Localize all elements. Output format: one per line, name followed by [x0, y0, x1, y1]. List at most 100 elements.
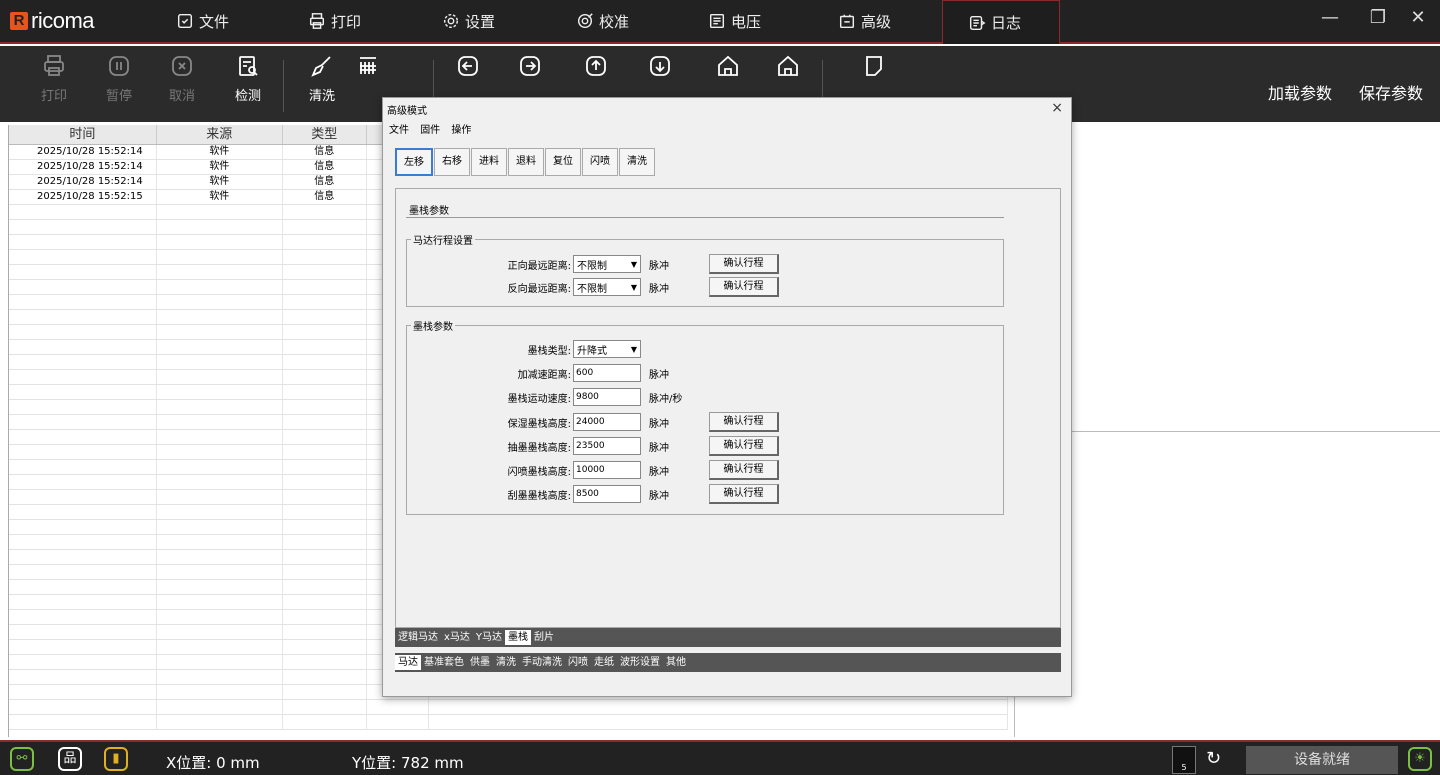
sync-icon[interactable]: ↻	[1206, 748, 1221, 769]
detect-button[interactable]: 检测	[218, 54, 278, 118]
move-right-action[interactable]: 右移	[434, 148, 470, 176]
table-row[interactable]	[9, 715, 1009, 730]
log-cell	[157, 220, 283, 234]
log-cell	[283, 490, 367, 504]
column-header-time[interactable]: 时间	[9, 125, 157, 144]
outer-tab[interactable]: 供墨	[467, 655, 493, 670]
forward-limit-select[interactable]: 不限制 ▼	[573, 255, 641, 273]
log-cell	[283, 340, 367, 354]
menu-log[interactable]: 日志	[942, 0, 1060, 44]
restore-button[interactable]: ❐	[1360, 4, 1396, 32]
confirm-travel-button[interactable]: 确认行程	[709, 460, 779, 480]
outer-tab[interactable]: 波形设置	[617, 655, 663, 670]
log-cell	[9, 685, 157, 699]
reset-action[interactable]: 复位	[545, 148, 581, 176]
menu-advanced[interactable]: 高级	[838, 0, 891, 42]
inner-tab[interactable]: 刮片	[531, 630, 557, 645]
inner-tab[interactable]: x马达	[441, 630, 473, 645]
log-cell	[283, 655, 367, 669]
log-cell	[9, 310, 157, 324]
file-check-icon	[177, 13, 193, 29]
log-cell	[9, 520, 157, 534]
log-cell	[367, 700, 429, 714]
outer-tab[interactable]: 基准套色	[421, 655, 467, 670]
menu-file[interactable]: 文件	[176, 0, 229, 42]
print-button[interactable]: 打印	[24, 54, 84, 118]
retract-action[interactable]: 退料	[508, 148, 544, 176]
pause-button[interactable]: 暂停	[89, 54, 149, 118]
confirm-forward-button[interactable]: 确认行程	[709, 254, 779, 274]
flash-spray-action[interactable]: 闪喷	[582, 148, 618, 176]
log-cell	[283, 715, 367, 729]
stack-param-label: 闪喷墨栈高度:	[507, 466, 571, 478]
outer-tab[interactable]: 其他	[663, 655, 689, 670]
load-params-button[interactable]: 加载参数	[1268, 80, 1332, 104]
log-cell	[9, 550, 157, 564]
column-header-type[interactable]: 类型	[283, 125, 367, 144]
log-cell	[157, 460, 283, 474]
stack-param-label: 加减速距离:	[517, 369, 571, 381]
confirm-travel-button[interactable]: 确认行程	[709, 412, 779, 432]
dialog-close-button[interactable]: ×	[1051, 100, 1063, 116]
menu-settings[interactable]: 设置	[442, 0, 495, 42]
outer-tab[interactable]: 走纸	[591, 655, 617, 670]
pause-icon	[109, 56, 129, 76]
outer-tab[interactable]: 闪喷	[565, 655, 591, 670]
log-cell-time: 2025/10/28 15:52:14	[9, 175, 157, 189]
stack-param-input[interactable]: 10000	[573, 461, 641, 479]
cancel-button[interactable]: 取消	[152, 54, 212, 118]
inner-tab[interactable]: Y马达	[473, 630, 505, 645]
log-cell	[9, 265, 157, 279]
stack-param-input[interactable]: 24000	[573, 413, 641, 431]
ink-stack-group: 墨栈参数 墨栈类型: 升降式 ▼ 加减速距离: 600 脉冲 墨栈运动速度: 9800 脉冲…	[406, 318, 1004, 515]
stack-param-input[interactable]: 9800	[573, 388, 641, 406]
log-cell	[283, 475, 367, 489]
stack-param-input[interactable]: 23500	[573, 437, 641, 455]
chevron-down-icon: ▼	[630, 259, 637, 269]
clean-action[interactable]: 清洗	[619, 148, 655, 176]
log-cell	[157, 355, 283, 369]
dialog-menu-firmware[interactable]: 固件	[420, 125, 440, 136]
thermometer-icon[interactable]: ▮	[104, 747, 128, 771]
dialog-menu-operate[interactable]: 操作	[451, 125, 471, 136]
log-cell-time: 2025/10/28 15:52:15	[9, 190, 157, 204]
menu-file-label: 文件	[199, 12, 230, 31]
menu-print[interactable]: 打印	[308, 0, 361, 42]
confirm-travel-button[interactable]: 确认行程	[709, 436, 779, 456]
log-cell	[9, 640, 157, 654]
log-cell	[283, 640, 367, 654]
connection-icon[interactable]: ⚯	[10, 747, 34, 771]
outer-tab[interactable]: 手动清洗	[519, 655, 565, 670]
inner-tab[interactable]: 墨栈	[505, 630, 532, 645]
menu-calibrate[interactable]: 校准	[576, 0, 629, 42]
minimize-button[interactable]: —	[1312, 4, 1348, 32]
menu-voltage[interactable]: 电压	[708, 0, 761, 42]
outer-tab[interactable]: 马达	[395, 655, 421, 670]
stack-type-select[interactable]: 升降式 ▼	[573, 340, 641, 358]
column-header-source[interactable]: 来源	[157, 125, 283, 144]
stack-param-row: 闪喷墨栈高度: 10000 脉冲 确认行程	[407, 460, 779, 480]
light-icon[interactable]: ☀	[1408, 747, 1432, 771]
reverse-limit-select[interactable]: 不限制 ▼	[573, 278, 641, 296]
log-cell	[157, 295, 283, 309]
status-badge: 设备就绪	[1246, 746, 1398, 774]
dialog-menu-file[interactable]: 文件	[389, 125, 409, 136]
close-window-button[interactable]: ✕	[1400, 4, 1436, 32]
log-cell	[157, 340, 283, 354]
outer-tab[interactable]: 清洗	[493, 655, 519, 670]
move-left-action[interactable]: 左移	[395, 148, 433, 176]
ink-level-number: 5	[1181, 763, 1187, 772]
confirm-reverse-button[interactable]: 确认行程	[709, 277, 779, 297]
feed-action[interactable]: 进料	[471, 148, 507, 176]
confirm-travel-button[interactable]: 确认行程	[709, 484, 779, 504]
stack-type-row: 墨栈类型: 升降式 ▼	[407, 340, 641, 358]
stack-param-input[interactable]: 8500	[573, 485, 641, 503]
inner-tab[interactable]: 逻辑马达	[395, 630, 441, 645]
table-row[interactable]	[9, 700, 1009, 715]
network-icon[interactable]: 品	[58, 747, 82, 771]
stack-param-label: 抽墨墨栈高度:	[507, 442, 571, 454]
stack-param-input[interactable]: 600	[573, 364, 641, 382]
save-params-button[interactable]: 保存参数	[1359, 80, 1423, 104]
log-cell	[157, 670, 283, 684]
log-cell	[283, 430, 367, 444]
